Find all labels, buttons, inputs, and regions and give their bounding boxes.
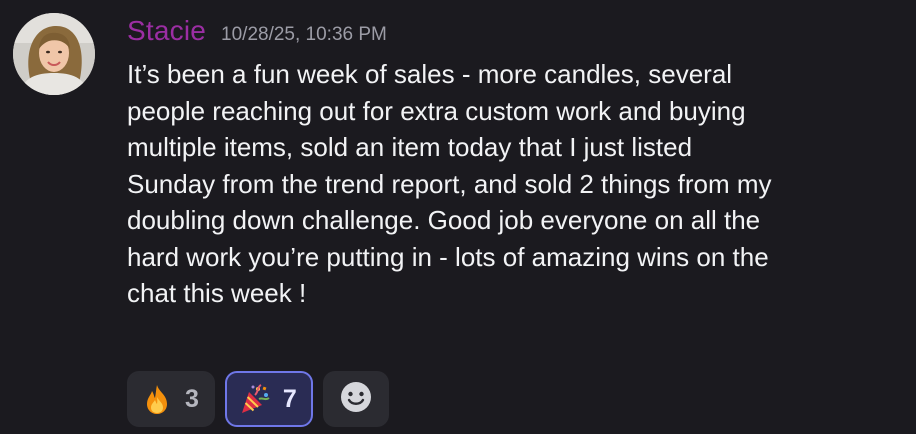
reaction-count: 7	[282, 384, 297, 413]
message-content: It’s been a fun week of sales - more can…	[127, 59, 772, 308]
reaction-fire[interactable]: 3	[127, 371, 215, 427]
reaction-count: 3	[185, 384, 199, 413]
reaction-bar: 3 7	[127, 371, 389, 427]
reaction-party-popper[interactable]: 7	[224, 371, 313, 427]
avatar[interactable]	[13, 13, 95, 95]
author-name[interactable]: Stacie	[127, 15, 206, 47]
smiley-icon	[339, 380, 373, 419]
message-header: Stacie 10/28/25, 10:36 PM	[127, 15, 387, 51]
avatar-photo	[13, 13, 95, 95]
message-timestamp: 10/28/25, 10:36 PM	[221, 24, 387, 45]
fire-icon	[141, 383, 173, 415]
add-reaction-button[interactable]	[322, 371, 389, 427]
chat-message: Stacie 10/28/25, 10:36 PM It’s been a fu…	[0, 0, 916, 434]
party-popper-icon	[239, 383, 271, 415]
